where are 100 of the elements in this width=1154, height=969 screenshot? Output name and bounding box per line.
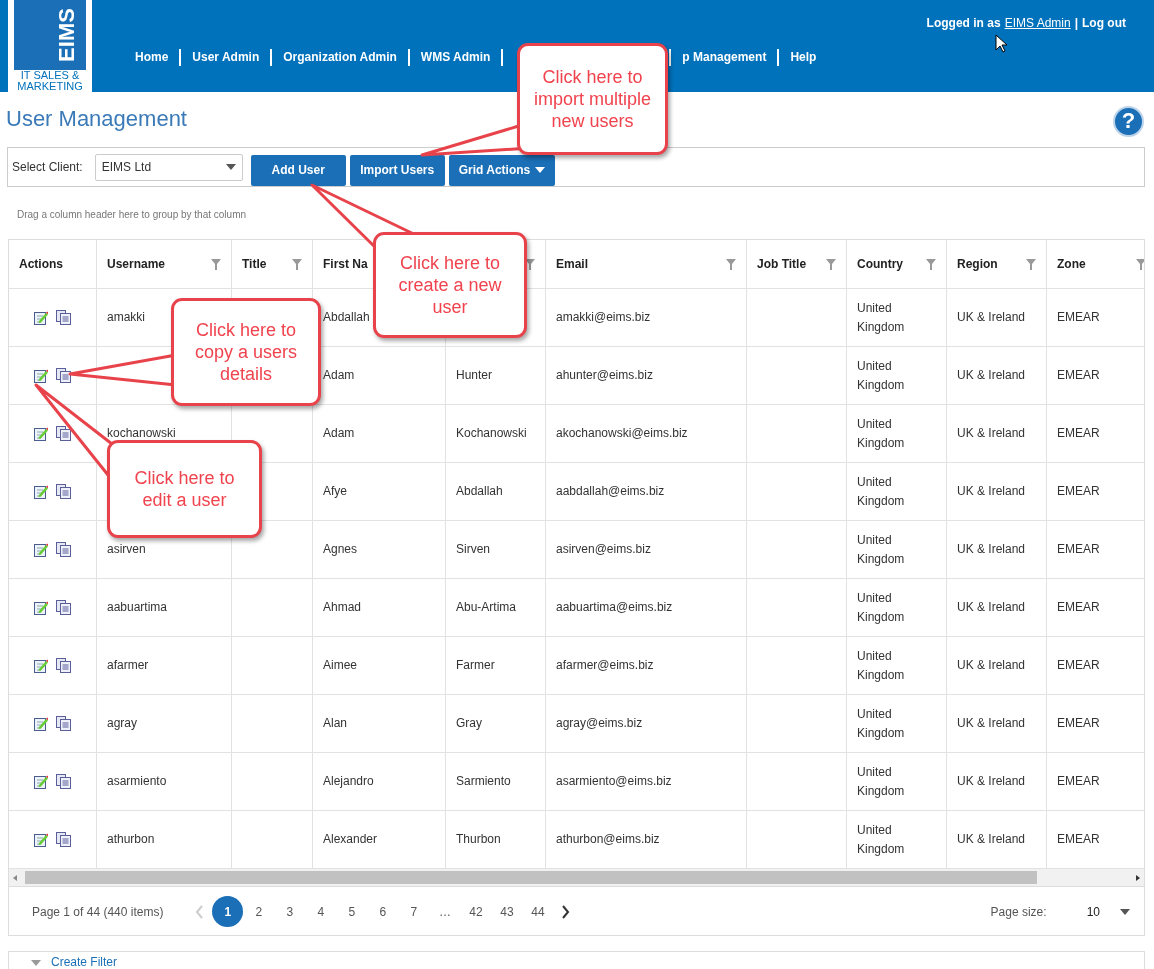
column-header[interactable]: Username	[107, 257, 166, 271]
nav-link[interactable]: Help	[790, 50, 817, 64]
table-cell-text: UK & Ireland	[957, 367, 1026, 384]
copy-icon[interactable]	[56, 774, 71, 789]
pager-summary: Page 1 of 44 (440 items)	[32, 904, 164, 919]
page-button[interactable]: 1	[212, 896, 244, 927]
filter-icon[interactable]	[926, 258, 936, 270]
page-button[interactable]: 3	[274, 896, 306, 927]
account-link[interactable]: EIMS Admin	[1004, 16, 1071, 30]
page-button[interactable]: …	[429, 896, 461, 927]
edit-icon[interactable]	[34, 658, 48, 673]
toolbar-button[interactable]: Grid Actions	[448, 154, 556, 186]
nav-link[interactable]: Organization Admin	[283, 50, 397, 64]
group-hint: Drag a column header here to group by that column	[17, 209, 248, 222]
column-header[interactable]: Actions	[19, 257, 63, 271]
page-button[interactable]: 42	[460, 896, 492, 927]
table-cell-text: UK & Ireland	[957, 657, 1026, 674]
copy-icon[interactable]	[56, 368, 71, 383]
logo-mark: EIMS	[54, 8, 81, 62]
table-cell-text: EMEAR	[1057, 367, 1100, 384]
table-cell-text: Aimee	[323, 657, 357, 674]
horizontal-scrollbar[interactable]	[9, 869, 1144, 887]
page-button[interactable]: 2	[243, 896, 275, 927]
edit-icon[interactable]	[34, 426, 48, 441]
table-cell-text: EMEAR	[1057, 541, 1100, 558]
client-label: Select Client:	[12, 160, 83, 174]
column-header[interactable]: Email	[556, 257, 588, 271]
table-cell-text: United Kingdom	[857, 473, 906, 510]
copy-icon[interactable]	[56, 600, 71, 615]
callout: Click here to create a new user	[373, 232, 527, 338]
copy-icon[interactable]	[56, 426, 71, 441]
help-button[interactable]: ?	[1113, 105, 1144, 137]
table-cell-text: United Kingdom	[857, 763, 906, 800]
create-filter-link[interactable]: Create Filter	[51, 955, 118, 969]
table-cell-text: United Kingdom	[857, 357, 906, 394]
page-button[interactable]: 6	[367, 896, 399, 927]
copy-icon[interactable]	[56, 658, 71, 673]
table-cell-text: United Kingdom	[857, 647, 906, 684]
logo-tagline: IT SALES &	[20, 70, 80, 81]
column-header[interactable]: Country	[857, 257, 903, 271]
page-button[interactable]: 43	[491, 896, 523, 927]
nav-link[interactable]: WMS Admin	[420, 50, 491, 64]
page-button[interactable]: 44	[522, 896, 554, 927]
table-cell-text: Hunter	[456, 367, 493, 384]
nav-link[interactable]: p Management	[682, 50, 767, 64]
table-cell-text: UK & Ireland	[957, 831, 1026, 848]
edit-icon[interactable]	[34, 716, 48, 731]
filter-icon[interactable]	[1026, 258, 1036, 270]
logout-link[interactable]: Log out	[1082, 16, 1126, 30]
table-cell-text: asarmiento	[107, 773, 167, 790]
page-button[interactable]: 4	[305, 896, 337, 927]
column-header[interactable]: Zone	[1057, 257, 1086, 271]
table-cell-text: akochanowski@eims.biz	[556, 425, 688, 442]
copy-icon[interactable]	[56, 716, 71, 731]
table-cell-text: athurbon	[107, 831, 155, 848]
column-header[interactable]: Title	[242, 257, 267, 271]
filter-icon[interactable]	[826, 258, 836, 270]
page-size-select[interactable]: 10	[1086, 904, 1130, 919]
nav-link[interactable]: Home	[135, 50, 169, 64]
edit-icon[interactable]	[34, 600, 48, 615]
separator-text: |	[1074, 16, 1078, 30]
table-cell-text: EMEAR	[1057, 773, 1100, 790]
edit-icon[interactable]	[34, 832, 48, 847]
copy-icon[interactable]	[56, 484, 71, 499]
page-size-label: Page size:	[990, 904, 1047, 919]
edit-icon[interactable]	[34, 484, 48, 499]
nav-link[interactable]: User Admin	[192, 50, 260, 64]
table-cell-text: Alejandro	[323, 773, 374, 790]
filter-icon[interactable]	[211, 258, 221, 270]
expand-caret-icon[interactable]	[31, 960, 41, 966]
page-button[interactable]: 5	[336, 896, 368, 927]
table-cell-text: Agnes	[323, 541, 358, 558]
column-header[interactable]: First Na	[323, 257, 368, 271]
table-cell-text: United Kingdom	[857, 821, 906, 858]
toolbar-button[interactable]: Add User	[250, 154, 346, 186]
edit-icon[interactable]	[34, 774, 48, 789]
table-cell-text: Farmer	[456, 657, 495, 674]
toolbar-button[interactable]: Import Users	[349, 154, 445, 186]
filter-icon[interactable]	[292, 258, 302, 270]
copy-icon[interactable]	[56, 542, 71, 557]
edit-icon[interactable]	[34, 368, 48, 383]
table-cell-text: aabuartima@eims.biz	[556, 599, 673, 616]
filter-icon[interactable]	[1136, 258, 1144, 270]
table-cell-text: United Kingdom	[857, 705, 906, 742]
table-cell-text: EMEAR	[1057, 309, 1100, 326]
client-select[interactable]: EIMS Ltd	[94, 153, 243, 181]
table-cell-text: EMEAR	[1057, 425, 1100, 442]
column-header[interactable]: Job Title	[757, 257, 807, 271]
copy-icon[interactable]	[56, 310, 71, 325]
edit-icon[interactable]	[34, 310, 48, 325]
filter-icon[interactable]	[525, 258, 535, 270]
page-button[interactable]: 7	[398, 896, 430, 927]
table-cell-text: EMEAR	[1057, 657, 1100, 674]
table-cell-text: Alan	[323, 715, 348, 732]
copy-icon[interactable]	[56, 832, 71, 847]
filter-icon[interactable]	[726, 258, 736, 270]
edit-icon[interactable]	[34, 542, 48, 557]
table-cell-text: United Kingdom	[857, 531, 906, 568]
column-header[interactable]: Region	[957, 257, 998, 271]
table-cell-text: EMEAR	[1057, 831, 1100, 848]
